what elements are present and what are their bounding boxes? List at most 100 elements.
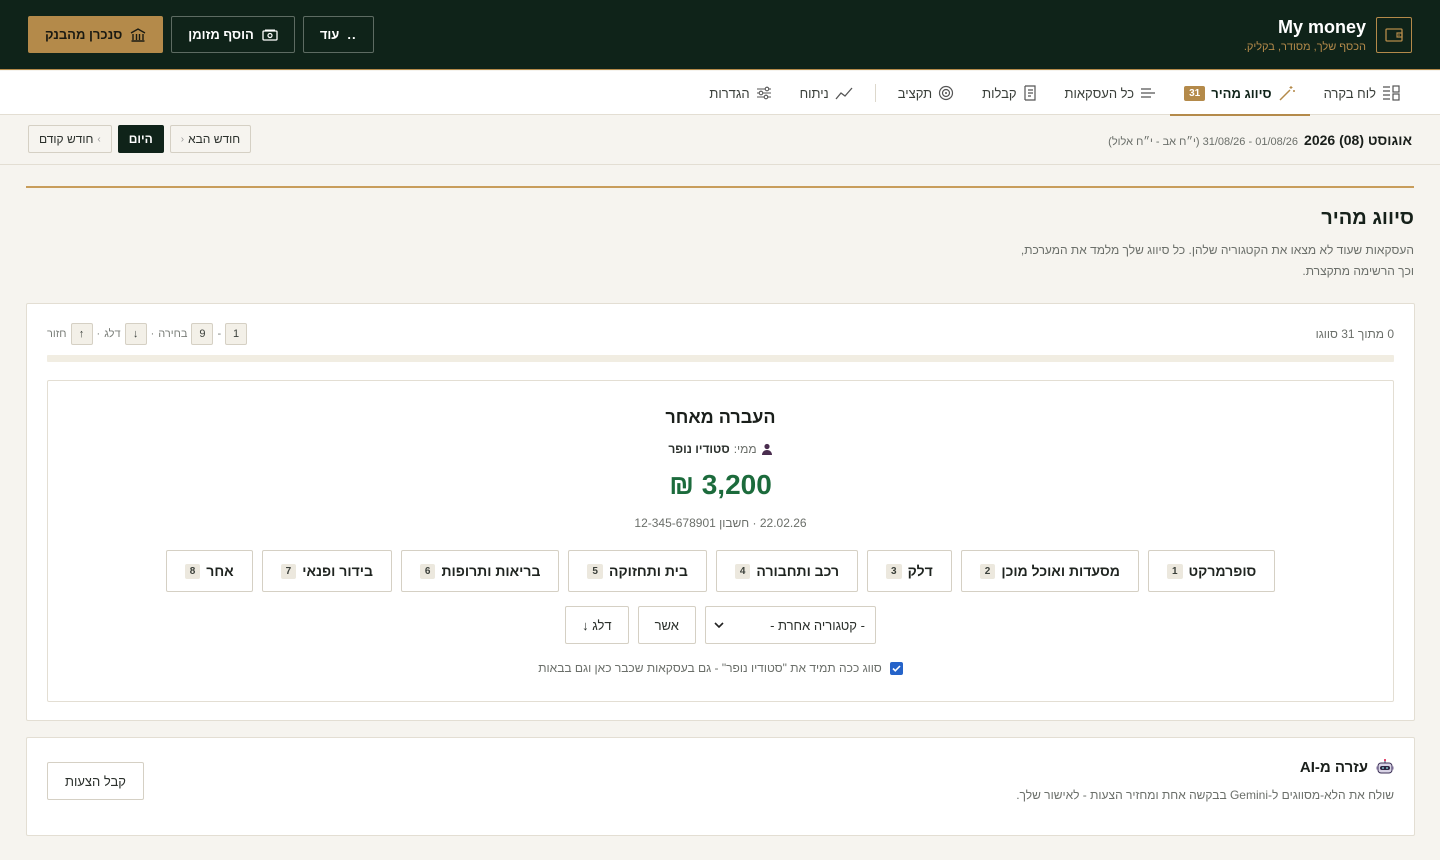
- section-divider: [26, 186, 1414, 188]
- chevron-right-icon: ›: [97, 133, 101, 145]
- get-suggestions-button[interactable]: קבל הצעות: [47, 762, 144, 800]
- more-label: עוד: [319, 27, 340, 42]
- page-title: סיווג מהיר: [1321, 207, 1414, 229]
- tab-settings[interactable]: הגדרות: [695, 71, 785, 115]
- tab-analysis-label: ניתוח: [799, 85, 829, 101]
- category-button[interactable]: בריאות ותרופות 6: [400, 550, 560, 592]
- shortcut-dot: ·: [96, 328, 101, 340]
- tab-receipts-label: קבלות: [982, 85, 1017, 101]
- category-shortcut: 6: [419, 563, 436, 579]
- brand: My money הכסף שלך, מסודר, בקליק.: [1244, 16, 1412, 54]
- month-bar: אוגוסט (08) 2026 01/08/26 - 31/08/26 (י״…: [0, 115, 1440, 165]
- wallet-icon: [1376, 17, 1412, 53]
- dashboard-icon: [1382, 85, 1400, 101]
- key-1: 1: [225, 323, 248, 345]
- category-button[interactable]: בידור ופנאי 7: [261, 550, 392, 592]
- page-description: העסקאות שעוד לא מצאו את הקטגוריה שלהן. כ…: [1020, 243, 1414, 278]
- category-shortcut: 8: [184, 563, 201, 579]
- tabs-divider: [874, 84, 876, 102]
- add-cash-button[interactable]: הוסף מזומן: [171, 16, 295, 53]
- tab-all-transactions[interactable]: כל העסקאות: [1051, 71, 1171, 115]
- month-title: אוגוסט (08) 2026 01/08/26 - 31/08/26 (י״…: [1108, 132, 1412, 148]
- month-range: 01/08/26 - 31/08/26 (י״ח אב - י״ח אלול): [1108, 136, 1299, 148]
- tab-all-transactions-label: כל העסקאות: [1064, 85, 1135, 101]
- category-label: רכב ותחבורה: [756, 563, 840, 579]
- cash-icon: [262, 29, 278, 41]
- today-label: היום: [128, 132, 153, 146]
- category-button[interactable]: מסעדות ואוכל מוכן 2: [960, 550, 1139, 592]
- category-shortcut: 3: [886, 563, 902, 579]
- other-category-select[interactable]: - קטגוריה אחרת -: [704, 606, 876, 644]
- more-button[interactable]: .. עוד: [302, 16, 374, 53]
- category-label: בידור ופנאי: [302, 563, 373, 579]
- prev-month-button[interactable]: › חודש קודם: [28, 125, 112, 153]
- keyboard-shortcuts: חזור ↑ · דלג ↓ · בחירה 9 - 1: [47, 323, 248, 345]
- tab-dashboard-label: לוח בקרה: [1323, 85, 1376, 101]
- today-button[interactable]: היום: [117, 125, 164, 153]
- category-button[interactable]: בית ותחזוקה 5: [568, 550, 707, 592]
- transaction-actions: - קטגוריה אחרת - אשר דלג ↓: [48, 606, 1393, 644]
- ai-title-label: עזרה מ-AI: [1299, 758, 1368, 776]
- bank-icon: [130, 27, 146, 43]
- sliders-icon: [756, 86, 772, 100]
- category-shortcut: 4: [734, 563, 751, 579]
- chevron-left-icon: ‹: [180, 133, 185, 145]
- key-up-arrow: ↑: [70, 323, 93, 345]
- other-category-value: - קטגוריה אחרת -: [770, 617, 865, 633]
- confirm-button[interactable]: אשר: [637, 606, 696, 644]
- tab-receipts[interactable]: קבלות: [968, 71, 1050, 115]
- transaction-meta: 22.02.26 · חשבון 12-345-678901: [634, 516, 807, 530]
- ai-title: עזרה מ-AI: [1300, 758, 1394, 776]
- category-label: סופרמרקט: [1188, 563, 1257, 579]
- tab-dashboard[interactable]: לוח בקרה: [1310, 71, 1414, 115]
- tab-analysis[interactable]: ניתוח: [786, 71, 867, 115]
- skip-button[interactable]: דלג ↓: [565, 606, 629, 644]
- category-label: דלק: [907, 563, 933, 579]
- category-label: בריאות ותרופות: [441, 563, 541, 579]
- from-label: ממי:: [733, 442, 757, 456]
- category-shortcut: 5: [587, 563, 603, 579]
- transaction-amount: 3,200 ₪: [669, 469, 772, 500]
- tab-budget-label: תקציב: [897, 85, 933, 101]
- from-value: סטודיו נופר: [668, 442, 730, 456]
- category-shortcut: 2: [979, 563, 996, 579]
- category-button[interactable]: סופרמרקט 1: [1147, 550, 1276, 592]
- category-button[interactable]: אחר 8: [165, 550, 253, 592]
- next-month-button[interactable]: חודש הבא ‹: [169, 125, 252, 153]
- always-classify-rule: סווג ככה תמיד את "סטודיו נופר" - גם בעסק…: [48, 661, 1393, 675]
- key-down-arrow: ↓: [124, 323, 147, 345]
- transaction-name: העברה מאחר: [665, 407, 776, 427]
- next-month-label: חודש הבא: [188, 132, 241, 146]
- list-icon: [1140, 87, 1156, 99]
- always-classify-checkbox[interactable]: [889, 661, 903, 675]
- tab-quick-classify[interactable]: סיווג מהיר 31: [1170, 71, 1311, 116]
- progress-bar: [47, 355, 1394, 362]
- transaction-panel: העברה מאחר ממי: סטודיו נופר 3,200 ₪ 22.0…: [47, 380, 1394, 702]
- brand-tagline: הכסף שלך, מסודר, בקליק.: [1243, 41, 1366, 53]
- unclassified-count-badge: 31: [1184, 85, 1206, 101]
- robot-icon: [1376, 758, 1394, 776]
- shortcut-back-label: חזור: [47, 328, 67, 340]
- brand-name: My money: [1277, 17, 1366, 37]
- person-icon: [761, 443, 773, 455]
- category-shortcut: 7: [280, 563, 297, 579]
- tab-budget[interactable]: תקציב: [884, 71, 968, 115]
- triage-card: 0 מתוך 31 סווגו חזור ↑ · דלג ↓ · בחירה 9…: [26, 303, 1415, 721]
- key-9: 9: [191, 323, 214, 345]
- sync-bank-label: סנכרן מהבנק: [45, 27, 123, 42]
- prev-month-label: חודש קודם: [39, 132, 94, 146]
- sync-bank-button[interactable]: סנכרן מהבנק: [28, 16, 164, 53]
- ai-help-card: עזרה מ-AI שולח את הלא-מסווגים ל-Gemini ב…: [26, 737, 1415, 836]
- chevron-down-icon: [714, 622, 724, 628]
- category-shortcut: 1: [1166, 563, 1183, 579]
- tab-quick-classify-label: סיווג מהיר: [1211, 85, 1272, 101]
- category-button[interactable]: רכב ותחבורה 4: [715, 550, 859, 592]
- ai-description: שולח את הלא-מסווגים ל-Gemini בבקשה אחת ו…: [1016, 788, 1394, 802]
- progress-count: 0 מתוך 31 סווגו: [1315, 327, 1394, 341]
- shortcut-range-sep: -: [217, 328, 222, 340]
- target-icon: [938, 85, 954, 101]
- month-navigation: › חודש קודם היום חודש הבא ‹: [28, 125, 252, 153]
- shortcut-choose-label: בחירה: [158, 328, 188, 340]
- category-button[interactable]: דלק 3: [867, 550, 952, 592]
- trend-icon: [835, 86, 853, 100]
